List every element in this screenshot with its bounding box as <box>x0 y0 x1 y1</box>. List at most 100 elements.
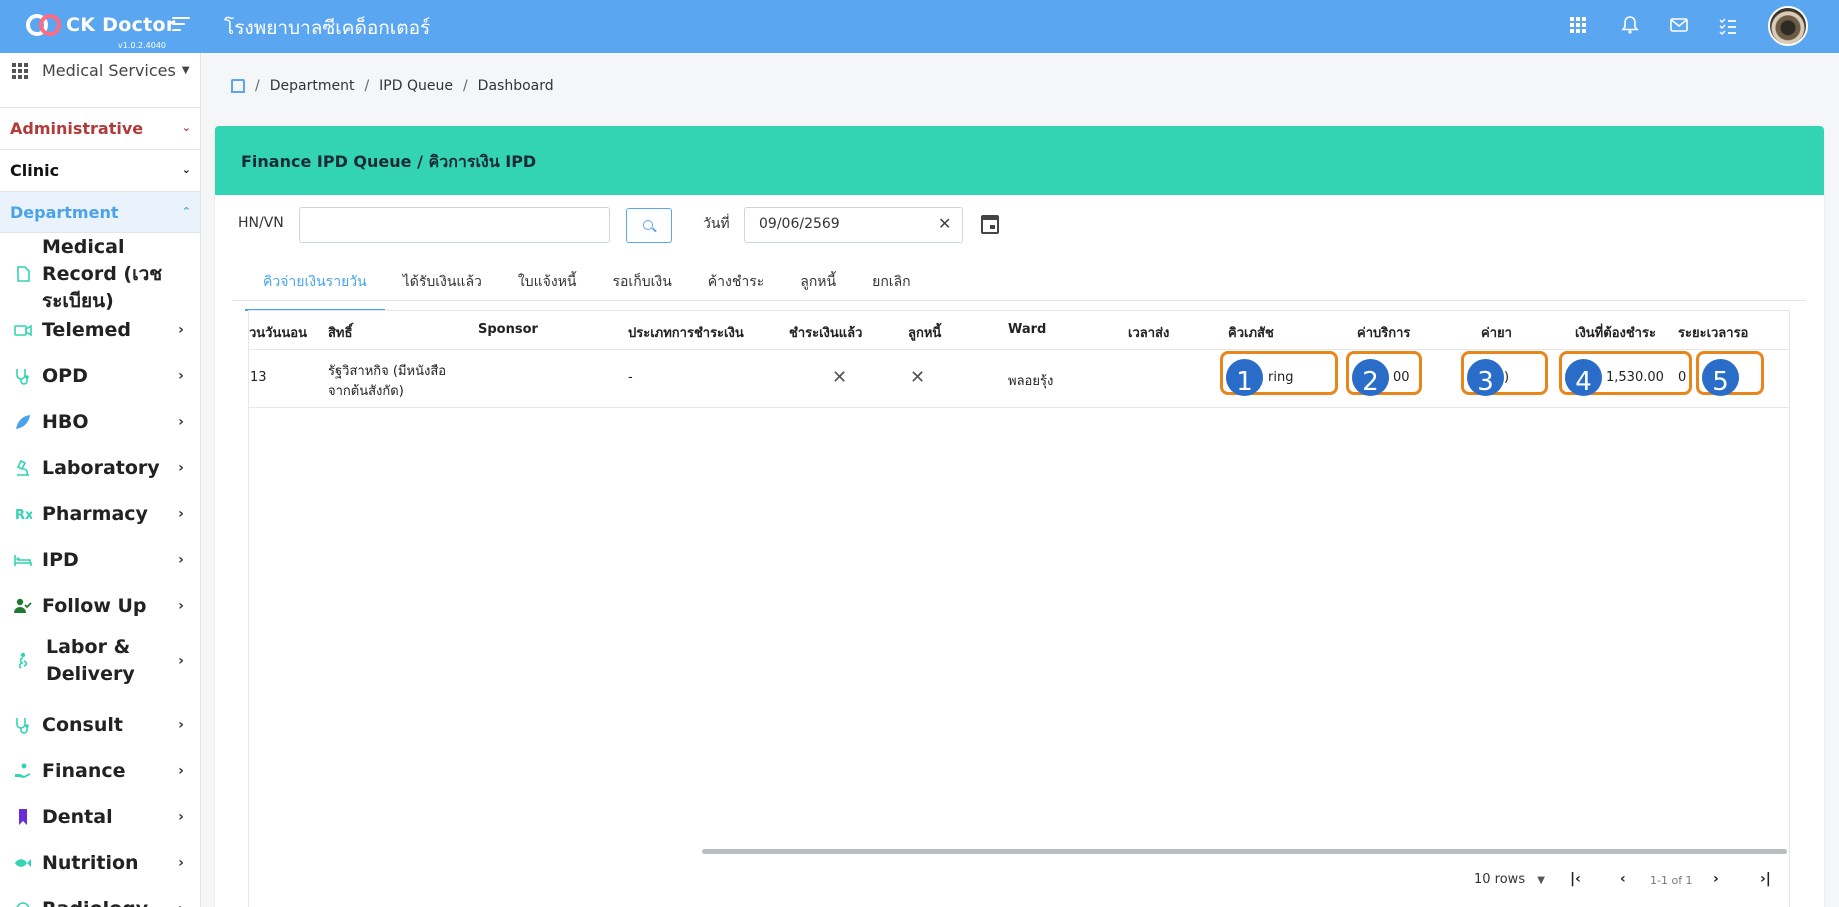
col-payment-type[interactable]: ประเภทการชำระเงิน <box>628 322 744 343</box>
search-button[interactable] <box>626 208 672 243</box>
services-label: Medical Services <box>42 61 176 80</box>
tab-received[interactable]: ได้รับเงินแล้ว <box>385 268 500 311</box>
brand-name: CK Doctor <box>66 14 176 36</box>
chevron-right-icon: › <box>171 901 191 907</box>
group-clinic[interactable]: Clinic ⌄ <box>0 149 200 191</box>
sidebar-item-radiology[interactable]: Radiology › <box>0 889 200 907</box>
date-input[interactable]: 09/06/2569 <box>744 207 963 243</box>
video-icon <box>14 324 32 337</box>
menu-toggle-icon[interactable] <box>172 17 190 33</box>
hand-coin-icon <box>15 763 30 778</box>
col-right[interactable]: สิทธิ์ <box>328 322 352 343</box>
group-department[interactable]: Department ⌃ <box>0 191 200 233</box>
tab-daily-payment[interactable]: คิวจ่ายเงินรายวัน <box>245 268 385 311</box>
sidebar-item-label: Finance <box>42 759 126 782</box>
chevron-right-icon: › <box>178 809 184 825</box>
tab-invoice[interactable]: ใบแจ้งหนี้ <box>500 268 595 311</box>
sidebar-item-follow-up[interactable]: Follow Up › <box>0 586 200 626</box>
caret-down-icon: ▼ <box>181 65 190 76</box>
logo-icon <box>26 12 62 38</box>
sidebar-item-labor-delivery[interactable]: Labor & Delivery › <box>0 632 200 690</box>
breadcrumb-dashboard: Dashboard <box>477 78 554 94</box>
app-logo[interactable]: CK Doctor <box>26 12 176 38</box>
sidebar-item-label: Nutrition <box>42 851 139 874</box>
breadcrumb-ipd-queue[interactable]: IPD Queue <box>379 78 453 94</box>
col-debtor[interactable]: ลูกหนี้ <box>908 322 941 343</box>
chevron-right-icon: › <box>178 855 184 871</box>
sidebar-item-label: HBO <box>42 410 89 433</box>
sidebar-item-label: Follow Up <box>42 594 147 617</box>
col-wait-time[interactable]: ระยะเวลารอ <box>1678 322 1748 343</box>
horizontal-scrollbar[interactable] <box>702 849 1787 854</box>
app-version: v1.0.2.4040 <box>118 41 166 50</box>
user-avatar[interactable] <box>1768 6 1808 46</box>
sidebar-item-nutrition[interactable]: Nutrition › <box>0 843 200 883</box>
fish-icon <box>15 859 31 867</box>
sidebar-item-finance[interactable]: Finance › <box>0 751 200 791</box>
col-days[interactable]: วนวันนอน <box>249 322 307 343</box>
bookmark-icon <box>19 809 27 825</box>
sidebar-item-opd[interactable]: OPD › <box>0 356 200 396</box>
group-administrative[interactable]: Administrative ⌄ <box>0 107 200 149</box>
grid-icon <box>12 62 28 79</box>
sidebar-item-label: Radiology <box>42 896 171 907</box>
home-icon[interactable] <box>231 79 245 93</box>
sidebar-item-medical-record[interactable]: Medical Record (เวชระเบียน) <box>0 236 200 312</box>
mother-icon <box>18 652 28 669</box>
card-title: Finance IPD Queue / คิวการเงิน IPD <box>215 126 1824 195</box>
clear-date-icon[interactable]: ✕ <box>938 214 951 233</box>
mail-icon[interactable] <box>1668 14 1690 36</box>
col-sponsor[interactable]: Sponsor <box>478 322 538 337</box>
services-selector[interactable]: Medical Services ▼ <box>12 61 190 80</box>
col-paid[interactable]: ชำระเงินแล้ว <box>789 322 862 343</box>
chevron-down-icon: ⌄ <box>181 121 191 134</box>
tab-outstanding[interactable]: ค้างชำระ <box>690 268 782 311</box>
group-administrative-label: Administrative <box>10 119 144 138</box>
sidebar-item-consult[interactable]: Consult › <box>0 705 200 745</box>
tabs-divider <box>232 300 1806 301</box>
prev-page-icon[interactable]: ‹ <box>1620 871 1626 887</box>
last-page-icon[interactable]: ›| <box>1760 871 1771 887</box>
sidebar-item-dental[interactable]: Dental › <box>0 797 200 837</box>
apps-icon[interactable] <box>1567 14 1589 36</box>
microscope-icon <box>16 459 29 476</box>
col-drug-fee[interactable]: ค่ายา <box>1481 322 1512 343</box>
col-amount-due[interactable]: เงินที่ต้องชำระ <box>1575 322 1656 343</box>
breadcrumb-department[interactable]: Department <box>270 78 355 94</box>
annotation-badge-1: 1 <box>1226 359 1263 397</box>
col-service-fee[interactable]: ค่าบริการ <box>1357 322 1410 343</box>
sidebar-item-hbo[interactable]: HBO › <box>0 402 200 442</box>
sidebar-item-laboratory[interactable]: Laboratory › <box>0 448 200 488</box>
sidebar-item-label: Labor & Delivery <box>46 636 135 685</box>
tab-awaiting-collection[interactable]: รอเก็บเงิน <box>595 268 690 311</box>
annotation-badge-5: 5 <box>1702 359 1739 397</box>
calendar-icon[interactable] <box>981 215 999 234</box>
rows-per-page-select[interactable]: 10 rows ▼ <box>1474 872 1545 887</box>
tab-cancelled[interactable]: ยกเลิก <box>854 268 929 311</box>
sidebar-item-label: Telemed <box>42 318 132 341</box>
next-page-icon[interactable]: › <box>1713 871 1719 887</box>
checklist-icon[interactable] <box>1717 14 1739 36</box>
col-pharmacy-queue[interactable]: คิวเภสัช <box>1228 322 1274 343</box>
breadcrumb: / Department / IPD Queue / Dashboard <box>231 78 554 94</box>
document-icon <box>17 266 30 282</box>
sidebar-item-label: Medical Record (เวชระเบียน) <box>42 235 163 312</box>
annotation-badge-2: 2 <box>1352 359 1389 397</box>
sidebar-item-telemed[interactable]: Telemed › <box>0 310 200 350</box>
col-sent-time[interactable]: เวลาส่ง <box>1128 322 1169 343</box>
first-page-icon[interactable]: |‹ <box>1570 871 1581 887</box>
chevron-down-icon: ⌄ <box>181 163 191 176</box>
sidebar-item-ipd[interactable]: IPD › <box>0 540 200 580</box>
tab-debtor[interactable]: ลูกหนี้ <box>782 268 854 311</box>
col-ward[interactable]: Ward <box>1008 322 1046 337</box>
chevron-right-icon: › <box>178 763 184 779</box>
hn-vn-input[interactable] <box>299 207 610 243</box>
chevron-right-icon: › <box>178 414 184 430</box>
bell-icon[interactable] <box>1619 14 1641 36</box>
chevron-right-icon: › <box>178 653 184 669</box>
queue-table <box>248 310 1790 907</box>
leaf-icon <box>16 415 30 429</box>
sidebar-item-pharmacy[interactable]: Rx Pharmacy › <box>0 494 200 534</box>
stethoscope-icon <box>16 718 29 734</box>
close-icon: ✕ <box>910 367 926 388</box>
